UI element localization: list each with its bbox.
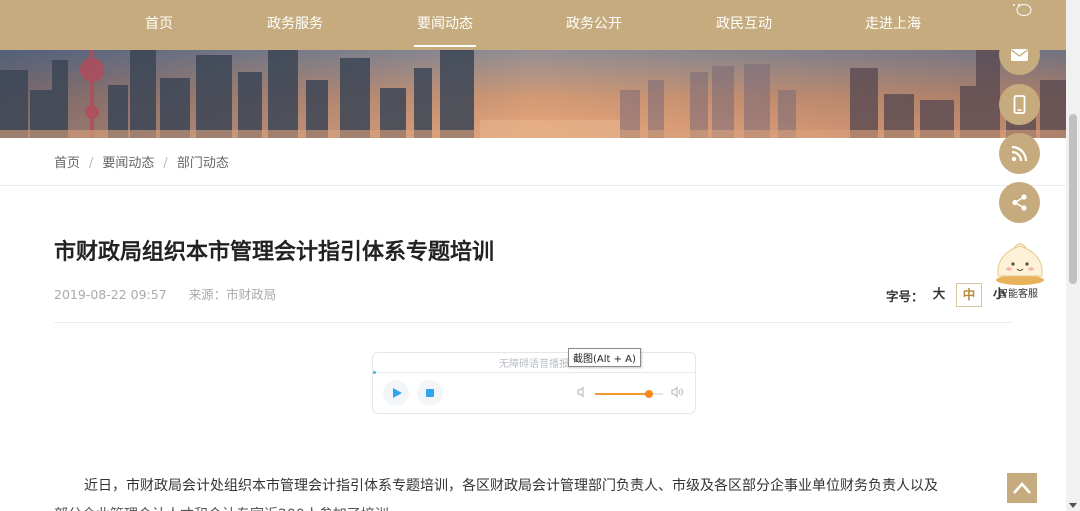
steamed-bun-mascot-icon bbox=[996, 243, 1044, 285]
wechat-icon[interactable] bbox=[1008, 0, 1032, 16]
stop-button[interactable] bbox=[417, 380, 443, 406]
scroll-down-arrow[interactable] bbox=[1069, 503, 1077, 508]
article-source: 来源：市财政局 bbox=[188, 287, 277, 302]
breadcrumb-separator: / bbox=[163, 156, 168, 171]
smart-assistant-button[interactable]: 智能客服 bbox=[992, 232, 1048, 300]
nav-item-open-government[interactable]: 政务公开 bbox=[563, 0, 625, 50]
article-header-divider bbox=[54, 322, 1012, 323]
screenshot-tooltip: 截图(Alt + A) bbox=[568, 348, 641, 367]
volume-high-icon[interactable] bbox=[671, 386, 685, 398]
skyline-banner bbox=[0, 50, 1066, 138]
audio-progress-handle[interactable] bbox=[373, 371, 376, 374]
nav-item-interaction[interactable]: 政民互动 bbox=[713, 0, 775, 50]
article-meta: 2019-08-22 09:57 来源：市财政局 bbox=[54, 284, 276, 303]
rss-button[interactable] bbox=[999, 133, 1040, 174]
skyline-illustration bbox=[0, 50, 1066, 138]
stop-icon bbox=[426, 389, 434, 397]
volume-slider-fill bbox=[595, 393, 650, 395]
font-size-label: 字号： bbox=[886, 289, 924, 304]
article-paragraph-continued: 部分企业管理会计人才和会计专家近200人参加了培训。 bbox=[54, 502, 554, 511]
nav-item-services[interactable]: 政务服务 bbox=[264, 0, 326, 50]
smart-assistant-label: 智能客服 bbox=[998, 289, 1038, 300]
breadcrumb-divider bbox=[0, 185, 1066, 186]
nav-item-news[interactable]: 要闻动态 bbox=[414, 0, 476, 50]
article-paragraph: 近日，市财政局会计处组织本市管理会计指引体系专题培训，各区财政局会计管理部门负责… bbox=[84, 478, 938, 494]
font-size-control: 字号： 大 中 小 bbox=[886, 283, 1006, 307]
article-datetime: 2019-08-22 09:57 bbox=[54, 287, 167, 302]
volume-slider[interactable] bbox=[595, 390, 663, 398]
share-icon bbox=[1012, 194, 1027, 211]
audio-progress-bar[interactable] bbox=[373, 371, 695, 374]
breadcrumb-separator: / bbox=[89, 156, 94, 171]
article-title: 市财政局组织本市管理会计指引体系专题培训 bbox=[54, 240, 495, 265]
page-scrollbar[interactable] bbox=[1066, 0, 1080, 511]
mobile-icon bbox=[1013, 95, 1026, 114]
mail-icon bbox=[1011, 49, 1028, 61]
nav-item-home[interactable]: 首页 bbox=[134, 0, 184, 50]
font-size-medium-button[interactable]: 中 bbox=[956, 283, 982, 307]
volume-low-icon[interactable] bbox=[577, 386, 589, 398]
audio-player-title: 无障碍语音播报 bbox=[499, 359, 569, 370]
mobile-button[interactable] bbox=[999, 84, 1040, 125]
volume-slider-handle[interactable] bbox=[645, 390, 654, 398]
audio-player: 无障碍语音播报 bbox=[372, 352, 696, 414]
breadcrumb-home[interactable]: 首页 bbox=[54, 156, 80, 171]
chevron-up-icon bbox=[1013, 482, 1031, 494]
play-icon bbox=[393, 388, 402, 398]
play-button[interactable] bbox=[383, 380, 409, 406]
rss-icon bbox=[1011, 145, 1028, 162]
breadcrumb: 首页 / 要闻动态 / 部门动态 bbox=[54, 152, 229, 171]
breadcrumb-department-news[interactable]: 部门动态 bbox=[177, 156, 229, 171]
mail-button[interactable] bbox=[999, 34, 1040, 75]
nav-item-shanghai[interactable]: 走进上海 bbox=[862, 0, 924, 50]
share-button[interactable] bbox=[999, 182, 1040, 223]
scrollbar-thumb[interactable] bbox=[1069, 114, 1077, 284]
back-to-top-button[interactable] bbox=[1007, 473, 1037, 503]
top-nav: 首页 政务服务 要闻动态 政务公开 政民互动 走进上海 bbox=[0, 0, 1066, 50]
font-size-large-button[interactable]: 大 bbox=[932, 283, 946, 305]
breadcrumb-news[interactable]: 要闻动态 bbox=[102, 156, 154, 171]
